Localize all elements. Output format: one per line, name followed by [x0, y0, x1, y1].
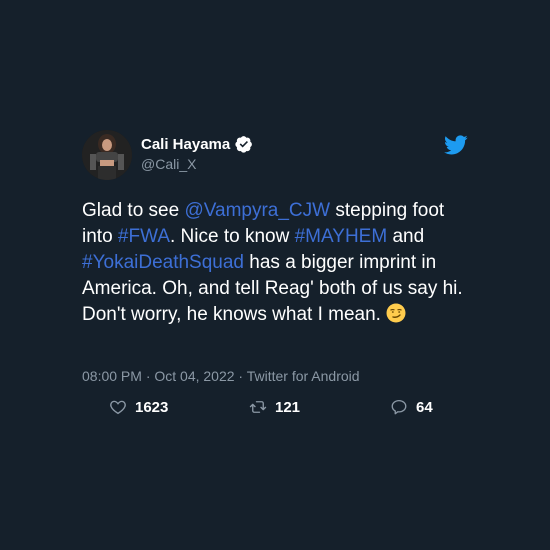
- display-name-row: Cali Hayama: [141, 135, 253, 153]
- like-count: 1623: [135, 398, 169, 416]
- retweet-icon: [249, 401, 267, 413]
- reply-icon: [391, 399, 407, 415]
- retweet-count: 121: [275, 398, 301, 416]
- text-segment: . Nice to know: [170, 226, 295, 247]
- display-name[interactable]: Cali Hayama: [141, 136, 230, 153]
- tweet-actions: 1623 121 64: [82, 398, 472, 420]
- twitter-bird-icon[interactable]: [444, 133, 468, 157]
- hashtag-link[interactable]: #MAYHEM: [295, 226, 388, 247]
- tweet-header: Cali Hayama @Cali_X: [82, 130, 472, 182]
- reply-button[interactable]: 64: [390, 398, 433, 416]
- tweet-card: Cali Hayama @Cali_X Glad to see @Vampyra…: [82, 130, 472, 416]
- verified-badge-icon: [235, 135, 253, 153]
- author-names: Cali Hayama @Cali_X: [141, 135, 253, 172]
- heart-icon: [110, 400, 126, 415]
- text-segment: and: [387, 226, 425, 247]
- like-button[interactable]: 1623: [109, 398, 168, 416]
- retweet-button[interactable]: 121: [249, 398, 300, 416]
- reply-count: 64: [416, 398, 433, 416]
- mention-link[interactable]: @Vampyra_CJW: [184, 200, 330, 221]
- tweet-text: Glad to see @Vampyra_CJW stepping foot i…: [82, 198, 472, 328]
- tweet-timestamp-source[interactable]: 08:00 PM · Oct 04, 2022 · Twitter for An…: [82, 368, 360, 384]
- avatar[interactable]: [82, 130, 132, 180]
- smirk-emoji-icon: [386, 303, 406, 323]
- hashtag-link[interactable]: #FWA: [118, 226, 170, 247]
- text-segment: Glad to see: [82, 200, 185, 221]
- handle[interactable]: @Cali_X: [141, 156, 253, 172]
- hashtag-link[interactable]: #YokaiDeathSquad: [82, 252, 244, 273]
